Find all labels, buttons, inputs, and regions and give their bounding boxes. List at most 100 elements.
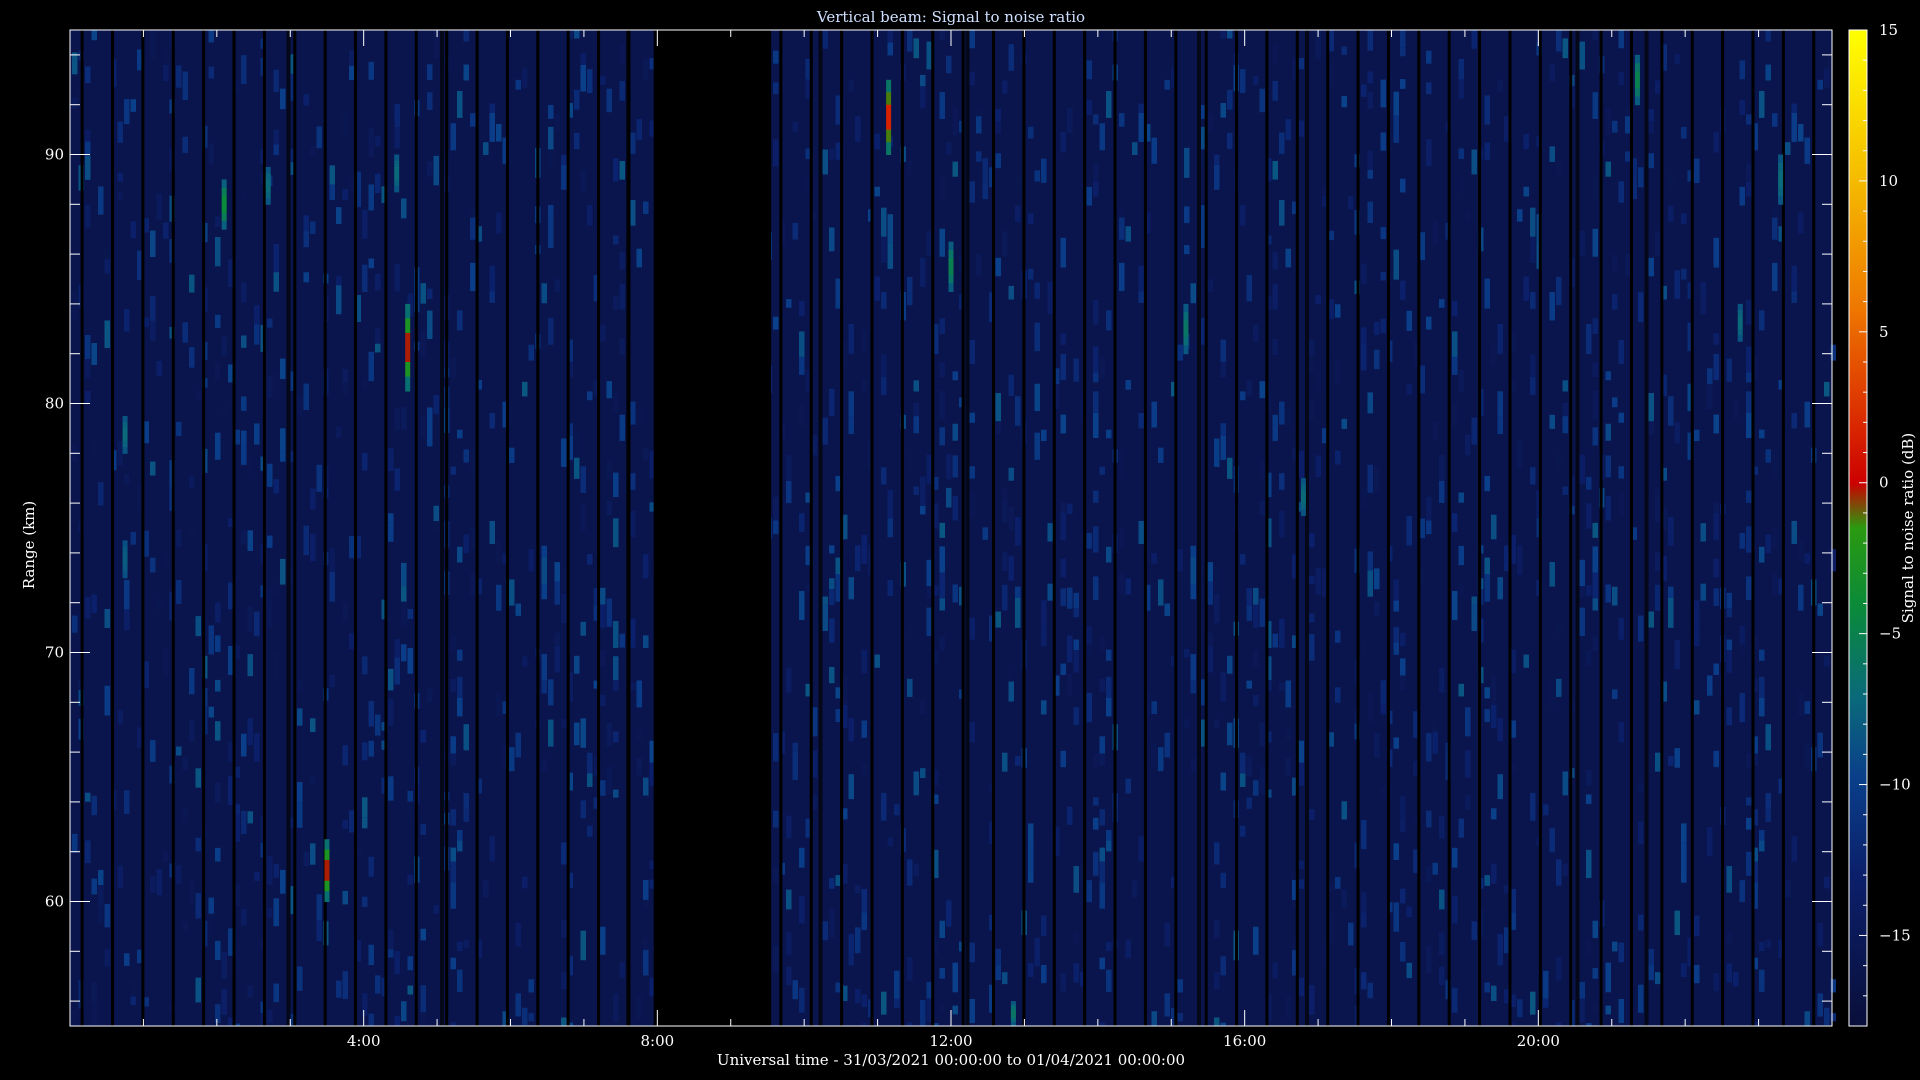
x-tick-label: 16:00 (1223, 1032, 1266, 1050)
chart: Vertical beam: Signal to noise ratio 4:0… (20, 8, 1917, 1069)
noise-cell (267, 908, 273, 918)
noise-cell (241, 810, 247, 834)
noise-cell (913, 486, 919, 495)
echo-mark (394, 154, 400, 162)
noise-cell (450, 357, 456, 379)
noise-cell (1073, 866, 1079, 893)
noise-cell (1047, 523, 1053, 542)
noise-cell (1380, 703, 1386, 715)
noise-cell (1681, 872, 1687, 883)
noise-cell (72, 615, 78, 633)
noise-cell (822, 604, 828, 632)
noise-cell (388, 949, 394, 958)
noise-cell (636, 680, 642, 708)
noise-cell (874, 133, 880, 150)
noise-cell (457, 697, 463, 717)
noise-cell (509, 579, 515, 606)
echo-mark (886, 79, 892, 93)
noise-cell (401, 586, 407, 602)
noise-cell (1707, 827, 1713, 857)
noise-cell (1227, 132, 1233, 150)
noise-cell (1655, 552, 1661, 572)
noise-cell (939, 522, 945, 538)
noise-cell (1309, 613, 1315, 623)
noise-cell (1073, 963, 1079, 983)
noise-cell (407, 985, 413, 995)
noise-cell (1612, 397, 1618, 408)
noise-cell (1746, 372, 1752, 383)
noise-cell (969, 492, 975, 517)
colorbar-label: Signal to noise ratio (dB) (1899, 433, 1917, 624)
noise-cell (920, 257, 926, 288)
noise-cell (613, 680, 619, 691)
noise-cell (1439, 667, 1445, 693)
noise-cell (1015, 586, 1021, 598)
noise-cell (1739, 533, 1745, 549)
noise-cell (1367, 91, 1373, 109)
noise-cell (812, 795, 818, 810)
echo-mark (265, 198, 271, 205)
echo-mark (324, 880, 330, 892)
noise-cell (280, 358, 286, 380)
noise-cell (1119, 449, 1125, 478)
noise-cell (1034, 432, 1040, 460)
noise-cell (1309, 354, 1315, 373)
noise-cell (1713, 333, 1719, 345)
noise-cell (1106, 697, 1112, 717)
noise-cell (848, 391, 854, 401)
noise-cell (561, 565, 567, 594)
noise-cell (1272, 160, 1278, 180)
noise-cell (433, 521, 439, 533)
scan-gap-stripe (1569, 30, 1573, 1026)
noise-cell (1458, 369, 1464, 393)
noise-cell (600, 604, 606, 628)
noise-cell (861, 534, 867, 564)
noise-cell (1341, 46, 1347, 55)
noise-cell (1227, 722, 1233, 746)
noise-cell (1298, 860, 1304, 870)
noise-cell (1458, 683, 1464, 697)
noise-cell (1592, 390, 1598, 420)
noise-cell (894, 804, 900, 816)
scan-gap-stripe (809, 30, 813, 1026)
echo-mark (122, 440, 128, 448)
scan-gap-stripe (262, 30, 266, 1026)
noise-cell (1681, 213, 1687, 225)
noise-cell (130, 99, 136, 112)
noise-cell (375, 136, 381, 147)
noise-cell (117, 121, 123, 143)
noise-cell (215, 679, 221, 692)
noise-cell (1484, 574, 1490, 602)
noise-cell (926, 998, 932, 1023)
noise-cell (1655, 499, 1661, 523)
noise-cell (1772, 113, 1778, 127)
noise-cell (388, 668, 394, 691)
noise-cell (1530, 792, 1536, 821)
noise-cell (394, 951, 400, 975)
noise-cell (1406, 906, 1412, 918)
noise-cell (342, 382, 348, 395)
noise-cell (773, 496, 779, 521)
noise-cell (1579, 607, 1585, 637)
noise-cell (336, 207, 342, 225)
noise-cell (1491, 341, 1497, 367)
echo-mark (948, 258, 954, 268)
scan-gap-stripe (1326, 30, 1330, 1026)
noise-cell (548, 679, 554, 706)
noise-cell (1093, 753, 1099, 768)
noise-cell (1034, 937, 1040, 967)
noise-cell (463, 534, 469, 554)
noise-cell (1625, 253, 1631, 276)
noise-cell (920, 1000, 926, 1026)
noise-cell (606, 88, 612, 113)
noise-cell (457, 969, 463, 992)
noise-cell (221, 336, 227, 356)
echo-mark (1634, 71, 1640, 81)
noise-cell (643, 447, 649, 460)
noise-cell (208, 30, 214, 43)
noise-cell (952, 107, 958, 136)
noise-cell (1393, 600, 1399, 612)
noise-cell (643, 899, 649, 909)
noise-cell (920, 86, 926, 109)
noise-cell (1586, 585, 1592, 596)
